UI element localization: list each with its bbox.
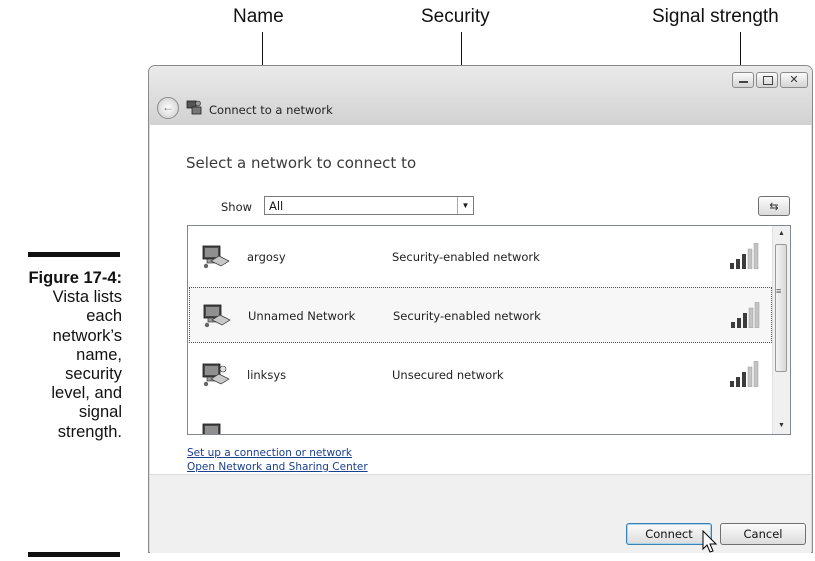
back-arrow-icon[interactable]: ← [157,97,179,119]
chevron-down-icon[interactable]: ▼ [457,197,473,214]
network-icon [186,100,202,115]
scroll-down-icon[interactable]: ▼ [773,418,790,434]
network-list[interactable]: argosy Security-enabled network Unnamed … [187,225,791,435]
setup-connection-link[interactable]: Set up a connection or network [187,447,352,459]
network-row-linksys[interactable]: linksys Unsecured network [189,347,772,403]
caption-line: name, [76,345,122,364]
connect-to-network-window: ✕ ← Connect to a network Select a networ… [148,65,813,553]
callout-name: Name [233,6,284,27]
content-area: Select a network to connect to Show All … [150,125,811,474]
caption-line: level, and [51,384,122,403]
caption-line: signal [78,403,122,422]
computer-network-icon [202,245,230,269]
show-filter-value: All [269,199,284,213]
show-filter-dropdown[interactable]: All ▼ [264,196,474,215]
network-row-argosy[interactable]: argosy Security-enabled network [189,229,772,285]
list-scrollbar[interactable]: ▲ ≡ ▼ [772,226,790,434]
caption-line: strength. [57,422,122,441]
scroll-up-icon[interactable]: ▲ [773,226,790,242]
minimize-icon[interactable] [732,72,754,88]
caption-top-bar [28,252,120,257]
caption-line: network’s [52,326,122,345]
computer-network-icon [203,304,231,328]
network-security: Security-enabled network [393,309,541,323]
network-name: argosy [247,250,286,264]
signal-strength-icon [730,361,759,387]
scroll-grip-icon: ≡ [776,286,782,296]
network-row-partial[interactable] [189,407,772,435]
caption-bottom-bar [28,552,120,557]
window-controls: ✕ [732,72,808,88]
figure-number: Figure 17-4: [28,269,122,287]
network-security: Unsecured network [392,368,504,382]
connect-button[interactable]: Connect [626,523,712,545]
computer-network-icon [202,363,230,387]
cancel-button[interactable]: Cancel [720,523,806,545]
network-row-unnamed-network[interactable]: Unnamed Network Security-enabled network [189,287,772,343]
signal-strength-icon [730,243,759,269]
signal-strength-icon [731,302,760,328]
computer-network-icon [202,423,221,434]
signal-strength-icon [730,421,762,435]
window-title: Connect to a network [209,103,333,117]
network-security: Security-enabled network [392,250,540,264]
show-label: Show [221,200,253,214]
page-heading: Select a network to connect to [186,154,417,172]
scroll-thumb[interactable] [775,244,787,372]
caption-line: each [86,307,122,326]
callout-security: Security [421,6,490,27]
close-icon[interactable]: ✕ [780,72,808,88]
maximize-icon[interactable] [756,72,778,88]
refresh-icon[interactable]: ⇆ [758,196,790,216]
network-sharing-center-link[interactable]: Open Network and Sharing Center [187,461,368,473]
title-bar: ✕ ← Connect to a network [149,66,812,125]
mouse-cursor-icon [702,530,718,553]
network-name: Unnamed Network [248,309,356,323]
figure-caption: Figure 17-4: Vista lists each network’s … [0,269,122,442]
caption-line: Vista lists [52,288,122,307]
network-name: linksys [247,368,287,382]
callout-signal-strength: Signal strength [652,6,779,27]
caption-line: security [65,365,122,384]
